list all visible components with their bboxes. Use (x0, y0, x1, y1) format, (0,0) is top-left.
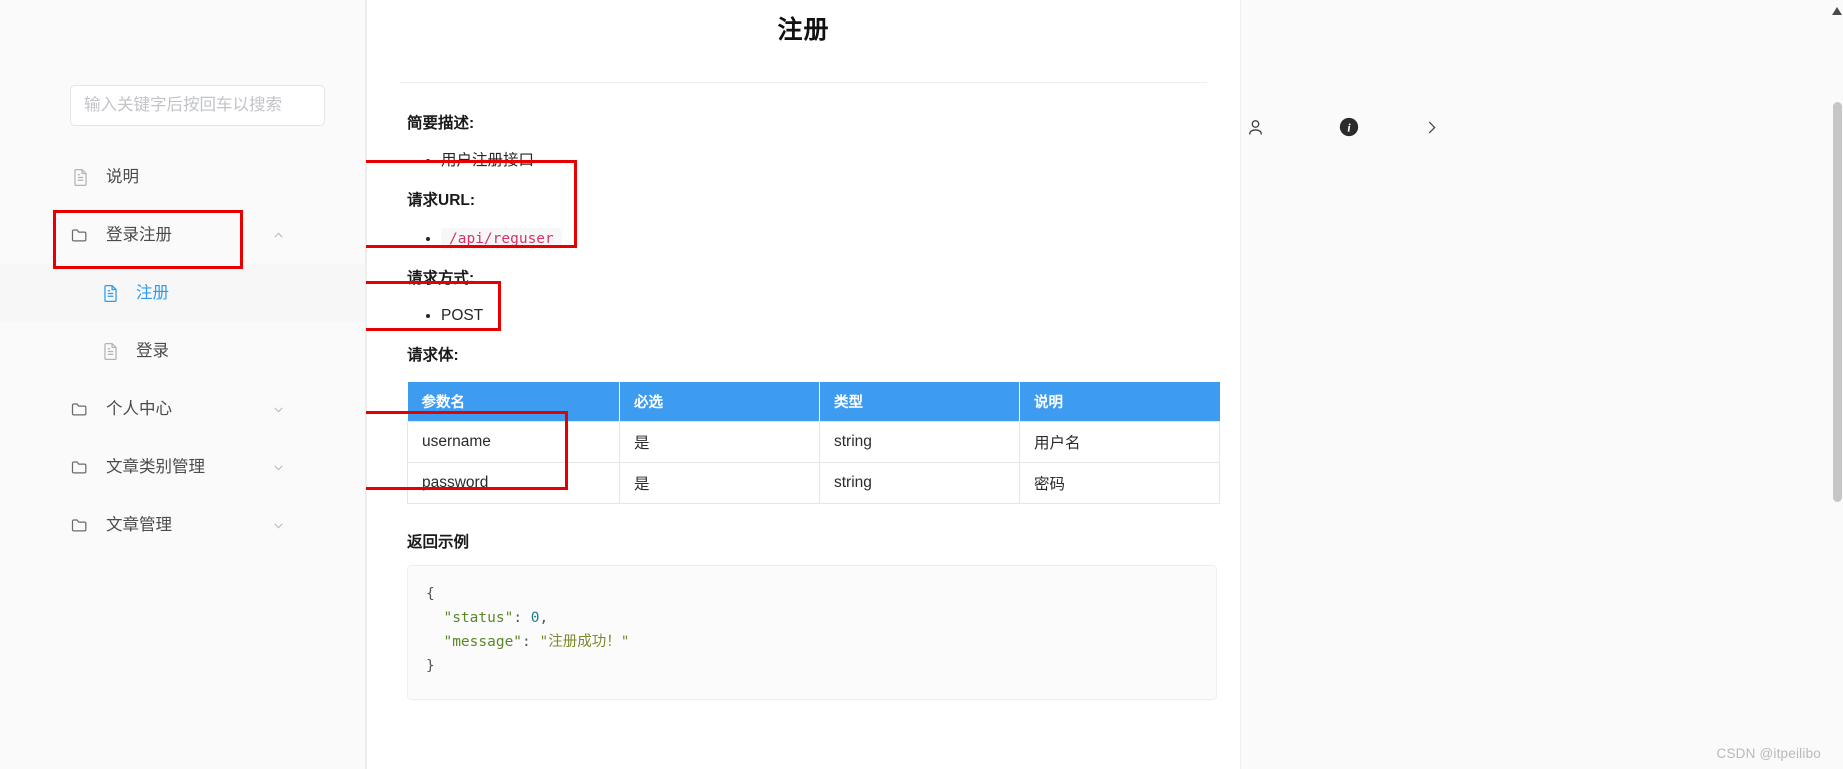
scroll-up-arrow-icon[interactable] (1832, 2, 1842, 15)
url-label: 请求URL: (407, 192, 476, 210)
code-line-close: } (426, 657, 435, 674)
sidebar-item-denglu[interactable]: 登录 (0, 322, 365, 380)
table-cell: 密码 (1019, 462, 1220, 504)
right-panel-icon-row: i (1241, 113, 1445, 141)
list-item: POST (441, 300, 1200, 331)
sidebar-item-zhuce[interactable]: 注册 (0, 264, 365, 322)
summary-list: 用户注册接口 (407, 141, 1200, 182)
sidebar-item-label: 登录注册 (106, 225, 172, 244)
doc-body: 简要描述: 用户注册接口 请求URL: /api/reguser 请求方式: P… (367, 83, 1240, 700)
code-value-status: 0 (530, 609, 540, 626)
table-header-cell: 必选 (619, 382, 820, 422)
sidebar-item-wenzhang-guanli[interactable]: 文章管理 (0, 496, 365, 554)
chevron-down-icon[interactable] (272, 519, 285, 532)
code-value-message: "注册成功！" (539, 633, 630, 650)
code-comma: , (539, 609, 549, 626)
sidebar-item-label: 个人中心 (106, 399, 172, 418)
return-example-code: { "status": 0, "message": "注册成功！" } (407, 565, 1217, 700)
list-item: /api/reguser (441, 223, 1200, 254)
search-container (0, 85, 365, 126)
code-key-message: "message" (443, 633, 523, 650)
body-label: 请求体: (407, 346, 459, 364)
vertical-scrollbar[interactable] (1831, 0, 1843, 769)
code-sep: : (522, 633, 540, 650)
folder-icon (70, 399, 90, 419)
sidebar-item-label: 注册 (136, 283, 169, 302)
sidebar-nav: 说明 登录注册 注册 登录 个人中心 文章类别管理 文章管理 (0, 148, 365, 554)
table-cell: string (819, 421, 1020, 463)
table-header-cell: 类型 (819, 382, 1020, 422)
content-column: 注册 简要描述: 用户注册接口 请求URL: /api/reguser 请求方式… (366, 0, 1843, 769)
file-icon (70, 167, 90, 187)
table-header-row: 参数名 必选 类型 说明 (407, 382, 1220, 422)
table-cell: password (407, 462, 620, 504)
sidebar-item-label: 文章类别管理 (106, 457, 205, 476)
folder-icon (70, 225, 90, 245)
method-label: 请求方式: (407, 269, 475, 287)
sidebar-item-denglu-zhuce[interactable]: 登录注册 (0, 206, 365, 264)
table-cell: username (407, 421, 620, 463)
sidebar-item-label: 文章管理 (106, 515, 172, 534)
table-row: password 是 string 密码 (407, 462, 1220, 504)
code-key-status: "status" (443, 609, 514, 626)
info-icon[interactable]: i (1335, 113, 1363, 141)
api-url-code: /api/reguser (441, 227, 562, 250)
file-icon (100, 283, 120, 303)
sidebar-item-geren-zhongxin[interactable]: 个人中心 (0, 380, 365, 438)
code-sep: : (513, 609, 531, 626)
right-panel: i (1241, 0, 1831, 769)
sidebar-item-shuoming[interactable]: 说明 (0, 148, 365, 206)
code-line-open: { (426, 586, 435, 602)
page-title: 注册 (777, 16, 830, 44)
table-cell: string (819, 462, 1020, 504)
table-row: username 是 string 用户名 (407, 421, 1220, 463)
folder-icon (70, 515, 90, 535)
chevron-down-icon[interactable] (272, 461, 285, 474)
chevron-right-icon[interactable] (1417, 113, 1445, 141)
summary-label: 简要描述: (407, 115, 475, 132)
sidebar: 说明 登录注册 (0, 0, 366, 769)
sidebar-item-label: 登录 (136, 341, 169, 360)
user-icon[interactable] (1241, 113, 1269, 141)
return-example-label: 返回示例 (407, 534, 470, 551)
doc-card: 注册 简要描述: 用户注册接口 请求URL: /api/reguser 请求方式… (366, 0, 1241, 769)
app-root: 说明 登录注册 (0, 0, 1843, 769)
chevron-up-icon[interactable] (272, 229, 285, 242)
request-body-table: 参数名 必选 类型 说明 username 是 string 用户名 passw… (407, 382, 1220, 504)
chevron-down-icon[interactable] (272, 403, 285, 416)
folder-icon (70, 457, 90, 477)
scrollbar-thumb[interactable] (1833, 102, 1842, 502)
list-item: 用户注册接口 (441, 145, 1200, 176)
url-list: /api/reguser (407, 219, 1200, 260)
table-header-cell: 参数名 (407, 382, 620, 422)
table-cell: 是 (619, 462, 820, 504)
file-icon (100, 341, 120, 361)
method-list: POST (407, 296, 1200, 337)
sidebar-item-wenzhang-leibie-guanli[interactable]: 文章类别管理 (0, 438, 365, 496)
sidebar-item-label: 说明 (106, 167, 139, 186)
table-header-cell: 说明 (1019, 382, 1220, 422)
watermark: CSDN @itpeilibo (1716, 746, 1821, 761)
search-input[interactable] (70, 85, 325, 126)
table-cell: 用户名 (1019, 421, 1220, 463)
table-cell: 是 (619, 421, 820, 463)
